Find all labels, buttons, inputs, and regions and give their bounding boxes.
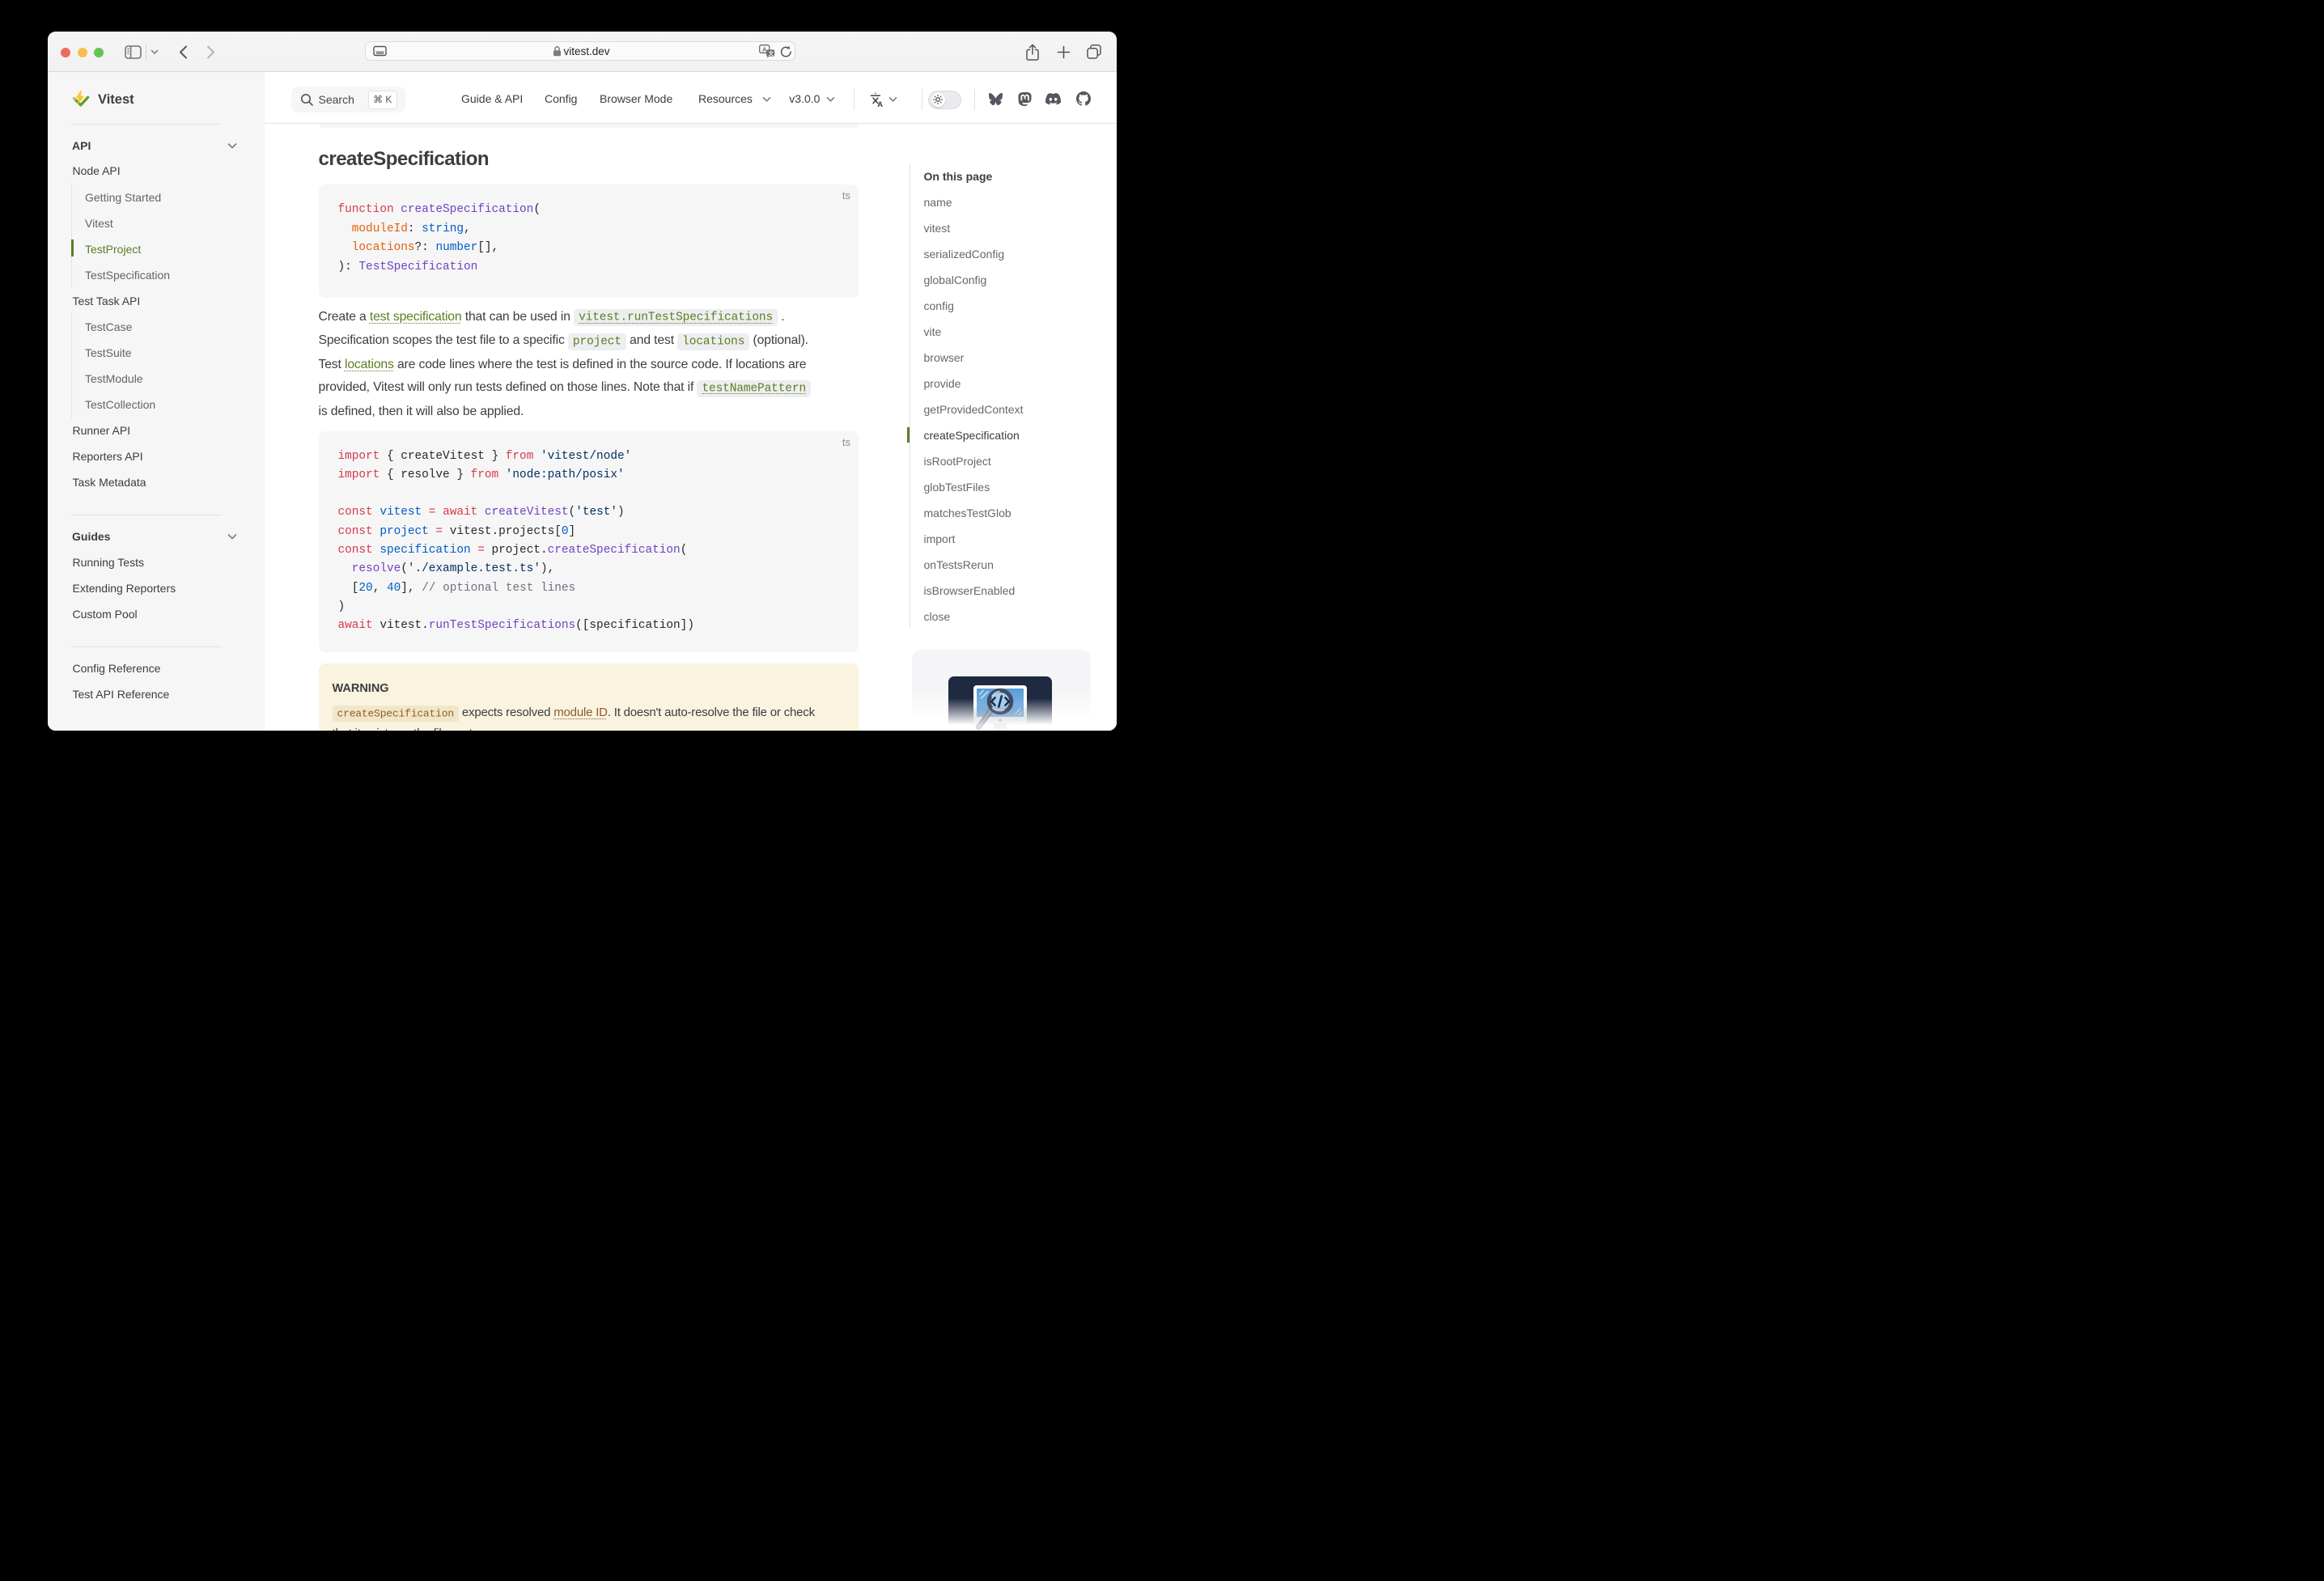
svg-text:文: 文	[767, 49, 774, 57]
svg-text:A: A	[877, 100, 883, 107]
svg-text:A: A	[762, 46, 767, 53]
